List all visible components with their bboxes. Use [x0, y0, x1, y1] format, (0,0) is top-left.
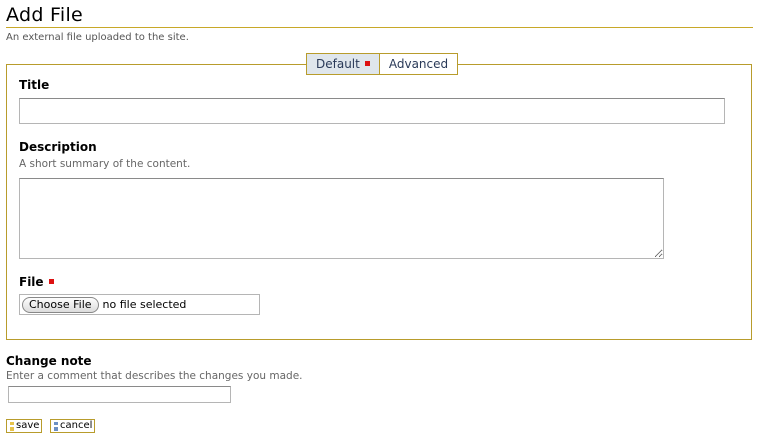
change-note-input[interactable]: [8, 386, 231, 403]
choose-file-button[interactable]: Choose File: [22, 296, 99, 313]
file-label: File: [19, 275, 54, 289]
save-button[interactable]: save: [6, 419, 43, 433]
page-title: Add File: [6, 4, 753, 28]
description-textarea[interactable]: [19, 178, 664, 259]
change-note-help: Enter a comment that describes the chang…: [6, 370, 303, 382]
tab-default-label: Default: [316, 57, 360, 71]
save-icon: [10, 421, 14, 431]
title-input[interactable]: [19, 98, 725, 124]
file-status: no file selected: [102, 298, 187, 311]
page-description: An external file uploaded to the site.: [6, 32, 189, 43]
form-tabs: Default Advanced: [306, 53, 459, 75]
save-button-label: save: [16, 420, 40, 431]
required-marker-icon: [364, 61, 370, 66]
cancel-icon: [54, 421, 58, 431]
tab-advanced-label: Advanced: [388, 57, 449, 71]
file-label-text: File: [19, 275, 44, 289]
required-marker-icon: [48, 279, 54, 284]
change-note-label: Change note: [6, 354, 92, 368]
tab-default[interactable]: Default: [307, 54, 380, 74]
title-label: Title: [19, 78, 50, 92]
description-label: Description: [19, 140, 97, 154]
cancel-button-label: cancel: [60, 420, 93, 431]
description-help: A short summary of the content.: [19, 158, 191, 170]
file-upload-field[interactable]: Choose File no file selected: [19, 294, 260, 315]
cancel-button[interactable]: cancel: [50, 419, 96, 433]
tab-advanced[interactable]: Advanced: [380, 54, 457, 74]
